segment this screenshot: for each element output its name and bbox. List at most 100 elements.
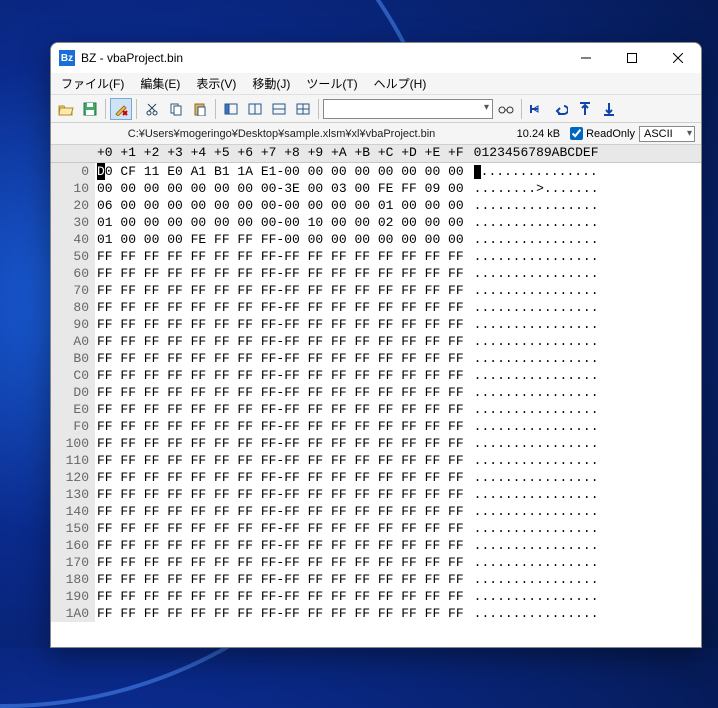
hex-row[interactable]: 1A0FF FF FF FF FF FF FF FF-FF FF FF FF F…	[51, 605, 701, 622]
title-bar[interactable]: Bz BZ - vbaProject.bin	[51, 43, 701, 73]
ascii-cell[interactable]: ................	[464, 537, 599, 554]
bytes-cell[interactable]: FF FF FF FF FF FF FF FF-FF FF FF FF FF F…	[95, 537, 464, 554]
ascii-cell[interactable]: ................	[464, 350, 599, 367]
hex-row[interactable]: 80FF FF FF FF FF FF FF FF-FF FF FF FF FF…	[51, 299, 701, 316]
jump-back-button[interactable]	[550, 98, 572, 120]
ascii-cell[interactable]: ........>.......	[464, 180, 599, 197]
ascii-cell[interactable]: ................	[464, 197, 599, 214]
bytes-cell[interactable]: FF FF FF FF FF FF FF FF-FF FF FF FF FF F…	[95, 265, 464, 282]
bytes-cell[interactable]: 01 00 00 00 FE FF FF FF-00 00 00 00 00 0…	[95, 231, 464, 248]
menu-file[interactable]: ファイル(F)	[55, 73, 130, 94]
hex-row[interactable]: 110FF FF FF FF FF FF FF FF-FF FF FF FF F…	[51, 452, 701, 469]
bytes-cell[interactable]: FF FF FF FF FF FF FF FF-FF FF FF FF FF F…	[95, 367, 464, 384]
bytes-cell[interactable]: FF FF FF FF FF FF FF FF-FF FF FF FF FF F…	[95, 333, 464, 350]
save-button[interactable]	[79, 98, 101, 120]
jump-bottom-button[interactable]	[598, 98, 620, 120]
ascii-cell[interactable]: ................	[464, 503, 599, 520]
ascii-cell[interactable]: ................	[464, 571, 599, 588]
layout-split-v-button[interactable]	[268, 98, 290, 120]
jump-start-button[interactable]	[526, 98, 548, 120]
menu-view[interactable]: 表示(V)	[190, 73, 242, 94]
hex-row[interactable]: 0D0 CF 11 E0 A1 B1 1A E1-00 00 00 00 00 …	[51, 163, 701, 180]
hex-row[interactable]: 160FF FF FF FF FF FF FF FF-FF FF FF FF F…	[51, 537, 701, 554]
ascii-cell[interactable]: ...............	[464, 163, 598, 180]
ascii-cell[interactable]: ................	[464, 486, 599, 503]
ascii-cell[interactable]: ................	[464, 469, 599, 486]
bytes-cell[interactable]: FF FF FF FF FF FF FF FF-FF FF FF FF FF F…	[95, 350, 464, 367]
hex-row[interactable]: 90FF FF FF FF FF FF FF FF-FF FF FF FF FF…	[51, 316, 701, 333]
bytes-cell[interactable]: FF FF FF FF FF FF FF FF-FF FF FF FF FF F…	[95, 282, 464, 299]
bytes-cell[interactable]: FF FF FF FF FF FF FF FF-FF FF FF FF FF F…	[95, 452, 464, 469]
bytes-cell[interactable]: FF FF FF FF FF FF FF FF-FF FF FF FF FF F…	[95, 401, 464, 418]
search-combo[interactable]	[323, 99, 493, 119]
bytes-cell[interactable]: FF FF FF FF FF FF FF FF-FF FF FF FF FF F…	[95, 435, 464, 452]
hex-row[interactable]: 150FF FF FF FF FF FF FF FF-FF FF FF FF F…	[51, 520, 701, 537]
hex-row[interactable]: 2006 00 00 00 00 00 00 00-00 00 00 00 01…	[51, 197, 701, 214]
hex-row[interactable]: 4001 00 00 00 FE FF FF FF-00 00 00 00 00…	[51, 231, 701, 248]
hex-row[interactable]: E0FF FF FF FF FF FF FF FF-FF FF FF FF FF…	[51, 401, 701, 418]
ascii-cell[interactable]: ................	[464, 333, 599, 350]
layout-split-h-button[interactable]	[244, 98, 266, 120]
bytes-cell[interactable]: FF FF FF FF FF FF FF FF-FF FF FF FF FF F…	[95, 316, 464, 333]
bytes-cell[interactable]: FF FF FF FF FF FF FF FF-FF FF FF FF FF F…	[95, 503, 464, 520]
hex-row[interactable]: 60FF FF FF FF FF FF FF FF-FF FF FF FF FF…	[51, 265, 701, 282]
bytes-cell[interactable]: FF FF FF FF FF FF FF FF-FF FF FF FF FF F…	[95, 554, 464, 571]
ascii-cell[interactable]: ................	[464, 214, 599, 231]
hex-row[interactable]: 170FF FF FF FF FF FF FF FF-FF FF FF FF F…	[51, 554, 701, 571]
encoding-select[interactable]: ASCII	[639, 126, 695, 142]
hex-row[interactable]: 3001 00 00 00 00 00 00 00-00 10 00 00 02…	[51, 214, 701, 231]
close-button[interactable]	[655, 43, 701, 73]
edit-mode-button[interactable]	[110, 98, 132, 120]
ascii-cell[interactable]: ................	[464, 452, 599, 469]
bytes-cell[interactable]: FF FF FF FF FF FF FF FF-FF FF FF FF FF F…	[95, 469, 464, 486]
ascii-cell[interactable]: ................	[464, 248, 599, 265]
bytes-cell[interactable]: 06 00 00 00 00 00 00 00-00 00 00 00 01 0…	[95, 197, 464, 214]
ascii-cell[interactable]: ................	[464, 265, 599, 282]
bytes-cell[interactable]: D0 CF 11 E0 A1 B1 1A E1-00 00 00 00 00 0…	[95, 163, 464, 180]
hex-row[interactable]: 50FF FF FF FF FF FF FF FF-FF FF FF FF FF…	[51, 248, 701, 265]
hex-row[interactable]: 180FF FF FF FF FF FF FF FF-FF FF FF FF F…	[51, 571, 701, 588]
ascii-cell[interactable]: ................	[464, 605, 599, 622]
ascii-cell[interactable]: ................	[464, 520, 599, 537]
hex-row[interactable]: 190FF FF FF FF FF FF FF FF-FF FF FF FF F…	[51, 588, 701, 605]
hex-row[interactable]: 1000 00 00 00 00 00 00 00-3E 00 03 00 FE…	[51, 180, 701, 197]
ascii-cell[interactable]: ................	[464, 231, 599, 248]
menu-help[interactable]: ヘルプ(H)	[368, 73, 433, 94]
hex-row[interactable]: F0FF FF FF FF FF FF FF FF-FF FF FF FF FF…	[51, 418, 701, 435]
ascii-cell[interactable]: ................	[464, 418, 599, 435]
bytes-cell[interactable]: 01 00 00 00 00 00 00 00-00 10 00 00 02 0…	[95, 214, 464, 231]
hex-row[interactable]: 70FF FF FF FF FF FF FF FF-FF FF FF FF FF…	[51, 282, 701, 299]
hex-row[interactable]: 120FF FF FF FF FF FF FF FF-FF FF FF FF F…	[51, 469, 701, 486]
hex-row[interactable]: D0FF FF FF FF FF FF FF FF-FF FF FF FF FF…	[51, 384, 701, 401]
menu-move[interactable]: 移動(J)	[246, 73, 296, 94]
bytes-cell[interactable]: FF FF FF FF FF FF FF FF-FF FF FF FF FF F…	[95, 571, 464, 588]
maximize-button[interactable]	[609, 43, 655, 73]
hex-view[interactable]: 0D0 CF 11 E0 A1 B1 1A E1-00 00 00 00 00 …	[51, 163, 701, 647]
menu-edit[interactable]: 編集(E)	[134, 73, 186, 94]
minimize-button[interactable]	[563, 43, 609, 73]
ascii-cell[interactable]: ................	[464, 316, 599, 333]
bytes-cell[interactable]: FF FF FF FF FF FF FF FF-FF FF FF FF FF F…	[95, 248, 464, 265]
ascii-cell[interactable]: ................	[464, 367, 599, 384]
hex-row[interactable]: 140FF FF FF FF FF FF FF FF-FF FF FF FF F…	[51, 503, 701, 520]
menu-tool[interactable]: ツール(T)	[300, 73, 363, 94]
bytes-cell[interactable]: FF FF FF FF FF FF FF FF-FF FF FF FF FF F…	[95, 486, 464, 503]
copy-button[interactable]	[165, 98, 187, 120]
open-button[interactable]	[55, 98, 77, 120]
paste-button[interactable]	[189, 98, 211, 120]
ascii-cell[interactable]: ................	[464, 299, 599, 316]
find-button[interactable]	[495, 98, 517, 120]
bytes-cell[interactable]: FF FF FF FF FF FF FF FF-FF FF FF FF FF F…	[95, 605, 464, 622]
ascii-cell[interactable]: ................	[464, 435, 599, 452]
bytes-cell[interactable]: FF FF FF FF FF FF FF FF-FF FF FF FF FF F…	[95, 520, 464, 537]
layout-grid-button[interactable]	[292, 98, 314, 120]
hex-row[interactable]: 100FF FF FF FF FF FF FF FF-FF FF FF FF F…	[51, 435, 701, 452]
readonly-toggle[interactable]: ReadOnly	[566, 127, 639, 140]
bytes-cell[interactable]: 00 00 00 00 00 00 00 00-3E 00 03 00 FE F…	[95, 180, 464, 197]
hex-row[interactable]: A0FF FF FF FF FF FF FF FF-FF FF FF FF FF…	[51, 333, 701, 350]
cut-button[interactable]	[141, 98, 163, 120]
ascii-cell[interactable]: ................	[464, 384, 599, 401]
bytes-cell[interactable]: FF FF FF FF FF FF FF FF-FF FF FF FF FF F…	[95, 299, 464, 316]
hex-row[interactable]: 130FF FF FF FF FF FF FF FF-FF FF FF FF F…	[51, 486, 701, 503]
ascii-cell[interactable]: ................	[464, 401, 599, 418]
